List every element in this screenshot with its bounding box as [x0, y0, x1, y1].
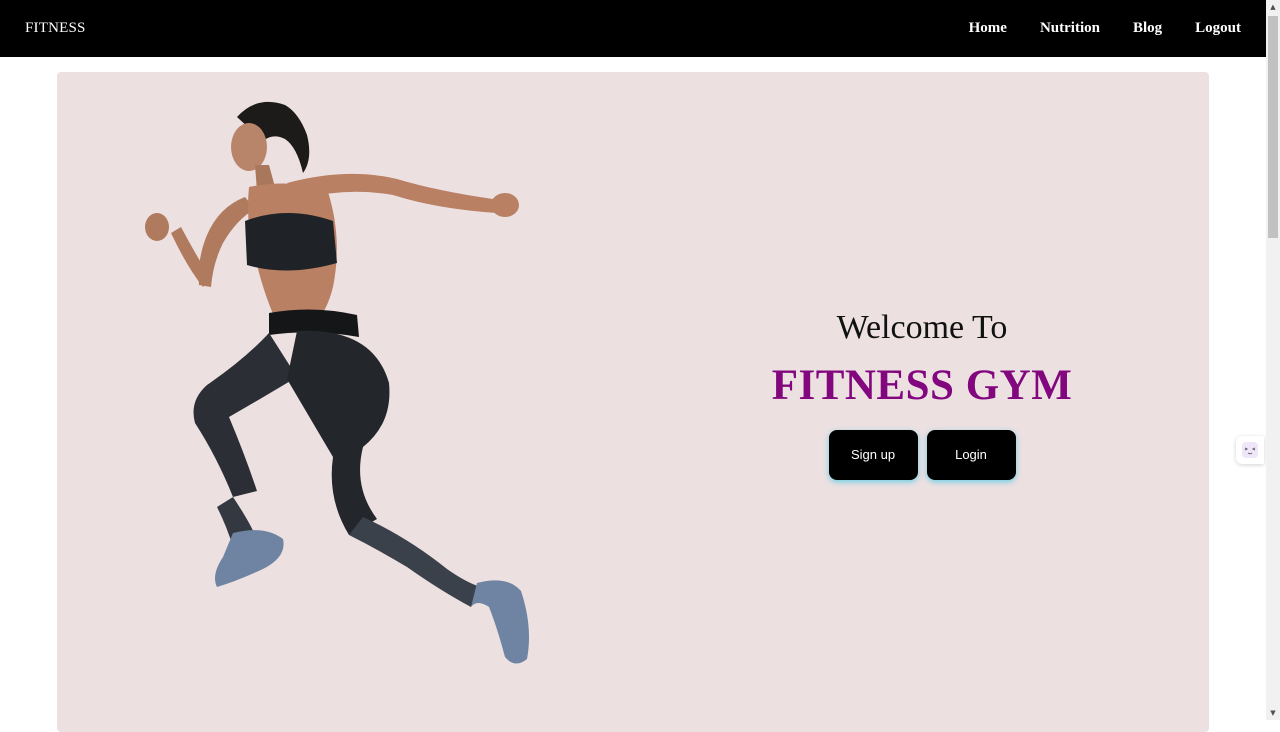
- sign-up-button[interactable]: Sign up: [828, 429, 918, 480]
- brand-logo[interactable]: FITNESS: [25, 20, 86, 37]
- login-button[interactable]: Login: [926, 429, 1016, 480]
- hero-section: Welcome To FITNESS GYM Sign up Login: [57, 72, 1209, 732]
- nav-links: Home Nutrition Blog Logout: [969, 20, 1241, 37]
- vertical-scrollbar[interactable]: ▲ ▼: [1266, 0, 1280, 720]
- gym-title: FITNESS GYM: [771, 361, 1073, 409]
- scroll-up-arrow-icon[interactable]: ▲: [1266, 0, 1280, 14]
- welcome-heading: Welcome To: [836, 309, 1008, 346]
- nav-link-blog[interactable]: Blog: [1133, 20, 1162, 37]
- assistant-face-icon: [1242, 442, 1258, 458]
- nav-link-nutrition[interactable]: Nutrition: [1040, 20, 1100, 37]
- scroll-thumb[interactable]: [1268, 16, 1278, 238]
- scroll-down-arrow-icon[interactable]: ▼: [1266, 706, 1280, 720]
- hero-actions: Sign up Login: [707, 429, 1137, 480]
- top-navbar: FITNESS Home Nutrition Blog Logout: [0, 0, 1266, 57]
- welcome-block: Welcome To FITNESS GYM Sign up Login: [707, 308, 1137, 480]
- running-woman-image: [145, 101, 529, 664]
- nav-link-logout[interactable]: Logout: [1195, 20, 1241, 37]
- nav-link-home[interactable]: Home: [969, 20, 1007, 37]
- assistant-widget-icon[interactable]: [1236, 436, 1264, 464]
